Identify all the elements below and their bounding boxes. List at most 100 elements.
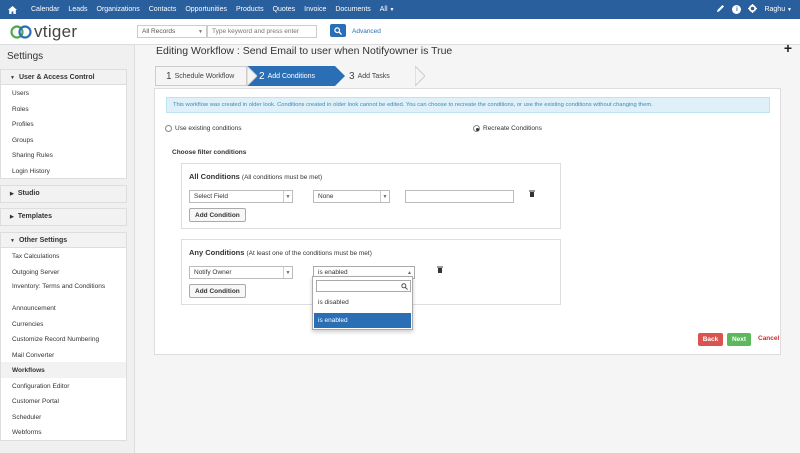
page-title: Editing Workflow : Send Email to user wh… bbox=[156, 45, 453, 57]
section-label: Templates bbox=[17, 213, 52, 220]
conditions-panel: This workflow was created in older look.… bbox=[154, 88, 781, 355]
nav-products[interactable]: Products bbox=[236, 6, 264, 13]
cancel-link[interactable]: Cancel bbox=[758, 335, 779, 342]
all-conditions-subtitle: (All conditions must be met) bbox=[241, 174, 323, 181]
nav-opportunities[interactable]: Opportunities bbox=[185, 6, 227, 13]
caret-down-icon: ▼ bbox=[10, 75, 15, 81]
all-add-condition-button[interactable]: Add Condition bbox=[189, 208, 246, 222]
search-input[interactable] bbox=[207, 25, 317, 38]
search-icon bbox=[334, 26, 342, 35]
settings-sidebar: Settings ▼ User & Access Control Users Ro… bbox=[0, 45, 135, 453]
all-conditions-title-text: All Conditions bbox=[189, 172, 240, 181]
sidebar-item-announcement[interactable]: Announcement bbox=[1, 300, 126, 316]
section-header-templates[interactable]: ▶ Templates bbox=[1, 209, 126, 225]
nav-calendar[interactable]: Calendar bbox=[31, 6, 59, 13]
radio-recreate[interactable]: Recreate Conditions bbox=[473, 125, 542, 132]
search-button[interactable] bbox=[330, 24, 346, 37]
search-scope-select[interactable]: All Records ▼ bbox=[137, 25, 207, 38]
filter-heading: Choose filter conditions bbox=[172, 149, 247, 156]
nav-quotes[interactable]: Quotes bbox=[273, 6, 296, 13]
section-header-studio[interactable]: ▶ Studio bbox=[1, 186, 126, 202]
section-templates: ▶ Templates bbox=[0, 208, 127, 226]
sidebar-item-groups[interactable]: Groups bbox=[1, 132, 126, 148]
nav-all[interactable]: All ▼ bbox=[380, 6, 395, 13]
chevron-down-icon: ▼ bbox=[198, 29, 203, 35]
search-icon bbox=[401, 283, 408, 290]
back-button[interactable]: Back bbox=[698, 333, 723, 346]
chevron-down-icon: ▼ bbox=[380, 191, 389, 202]
sidebar-item-record-numbering[interactable]: Customize Record Numbering bbox=[1, 331, 126, 347]
dropdown-search-input[interactable] bbox=[316, 280, 411, 292]
vtiger-logo[interactable]: vtiger bbox=[10, 22, 77, 42]
select-value: Select Field bbox=[194, 193, 228, 200]
section-other-settings: ▼ Other Settings Tax Calculations Outgoin… bbox=[0, 232, 127, 441]
user-menu[interactable]: Raghu ▼ bbox=[764, 6, 792, 13]
chevron-down-icon: ▼ bbox=[283, 267, 292, 278]
sidebar-item-inventory-terms[interactable]: Inventory: Terms and Conditions bbox=[1, 279, 126, 300]
caret-down-icon: ▼ bbox=[389, 7, 395, 13]
all-conditions-title: All Conditions (All conditions must be m… bbox=[189, 172, 322, 181]
all-field-select[interactable]: Select Field ▼ bbox=[189, 190, 293, 203]
pencil-icon[interactable] bbox=[716, 4, 725, 15]
all-value-input[interactable] bbox=[405, 190, 514, 203]
step-schedule-workflow[interactable]: 1 Schedule Workflow bbox=[155, 66, 247, 86]
sidebar-item-customer-portal[interactable]: Customer Portal bbox=[1, 393, 126, 409]
sidebar-item-sharing-rules[interactable]: Sharing Rules bbox=[1, 147, 126, 163]
nav-invoice[interactable]: Invoice bbox=[304, 6, 326, 13]
sidebar-item-scheduler[interactable]: Scheduler bbox=[1, 409, 126, 425]
section-header-other-settings[interactable]: ▼ Other Settings bbox=[1, 233, 126, 248]
trash-icon[interactable] bbox=[529, 190, 535, 197]
sidebar-item-currencies[interactable]: Currencies bbox=[1, 316, 126, 332]
nav-leads[interactable]: Leads bbox=[68, 6, 87, 13]
radio-use-existing[interactable]: Use existing conditions bbox=[165, 125, 241, 132]
sidebar-item-mail-converter[interactable]: Mail Converter bbox=[1, 347, 126, 363]
sidebar-item-tax-calculations[interactable]: Tax Calculations bbox=[1, 248, 126, 264]
sidebar-item-configuration-editor[interactable]: Configuration Editor bbox=[1, 378, 126, 394]
logo-text: vtiger bbox=[34, 22, 78, 41]
sidebar-item-workflows[interactable]: Workflows bbox=[1, 362, 126, 378]
sidebar-title: Settings bbox=[7, 51, 44, 62]
step-label: Add Tasks bbox=[357, 72, 390, 80]
search-scope-value: All Records bbox=[142, 28, 176, 35]
select-value: is enabled bbox=[318, 269, 348, 276]
step-add-conditions[interactable]: 2 Add Conditions bbox=[247, 66, 335, 86]
sidebar-item-profiles[interactable]: Profiles bbox=[1, 116, 126, 132]
dropdown-option-is-enabled[interactable]: is enabled bbox=[314, 313, 411, 328]
step-arrow-icon bbox=[415, 66, 425, 86]
wizard-steps: 1 Schedule Workflow 3 Add Tasks 2 Add Condi… bbox=[155, 66, 510, 86]
step-arrow-icon bbox=[335, 66, 345, 86]
sidebar-item-webforms[interactable]: Webforms bbox=[1, 424, 126, 440]
dropdown-option-is-disabled[interactable]: is disabled bbox=[314, 295, 411, 310]
all-operator-select[interactable]: None ▼ bbox=[313, 190, 390, 203]
username: Raghu bbox=[764, 6, 786, 13]
section-label: Other Settings bbox=[18, 237, 68, 244]
section-user-access: ▼ User & Access Control Users Roles Profi… bbox=[0, 69, 127, 179]
nav-documents[interactable]: Documents bbox=[335, 6, 370, 13]
sidebar-item-roles[interactable]: Roles bbox=[1, 101, 126, 117]
info-icon[interactable]: i bbox=[732, 5, 742, 14]
caret-down-icon: ▼ bbox=[10, 238, 15, 244]
sidebar-item-outgoing-server[interactable]: Outgoing Server bbox=[1, 264, 126, 280]
section-label: User & Access Control bbox=[18, 74, 95, 81]
radio-label: Use existing conditions bbox=[175, 125, 242, 132]
step-label: Schedule Workflow bbox=[174, 72, 235, 80]
gear-icon[interactable] bbox=[748, 4, 758, 15]
step-number: 1 bbox=[166, 70, 172, 82]
section-header-user-access[interactable]: ▼ User & Access Control bbox=[1, 70, 126, 85]
any-field-select[interactable]: Notify Owner ▼ bbox=[189, 266, 293, 279]
section-studio: ▶ Studio bbox=[0, 185, 127, 203]
trash-icon[interactable] bbox=[437, 266, 443, 273]
step-add-tasks[interactable]: 3 Add Tasks bbox=[335, 66, 415, 86]
nav-organizations[interactable]: Organizations bbox=[97, 6, 140, 13]
sidebar-item-users[interactable]: Users bbox=[1, 85, 126, 101]
sidebar-item-login-history[interactable]: Login History bbox=[1, 163, 126, 179]
home-icon[interactable] bbox=[8, 5, 22, 14]
any-conditions-title-text: Any Conditions bbox=[189, 248, 245, 257]
next-button[interactable]: Next bbox=[727, 333, 751, 346]
nav-contacts[interactable]: Contacts bbox=[149, 6, 177, 13]
info-alert: This workflow was created in older look.… bbox=[166, 97, 770, 113]
any-add-condition-button[interactable]: Add Condition bbox=[189, 284, 246, 298]
any-conditions-title: Any Conditions (At least one of the cond… bbox=[189, 248, 372, 257]
select-value: None bbox=[318, 193, 334, 200]
advanced-search-link[interactable]: Advanced bbox=[352, 28, 381, 35]
